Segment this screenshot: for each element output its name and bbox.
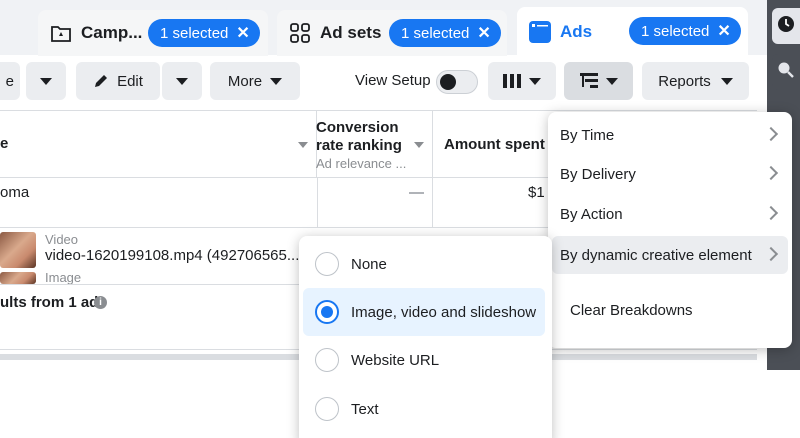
tab-campaigns-label: Camp... [81, 23, 143, 42]
pill-label: 1 selected [641, 22, 710, 40]
tab-ads[interactable]: Ads 1 selected ✕ [517, 7, 748, 57]
amount-spent-header[interactable]: Amount spent [444, 136, 545, 154]
grid-icon [289, 22, 311, 44]
chevron-right-icon [763, 246, 779, 262]
table-row[interactable]: Image [0, 272, 310, 284]
creative-type-label: Video [45, 232, 79, 247]
sort-icon[interactable] [298, 142, 308, 148]
tab-ad-sets-label: Ad sets [320, 23, 382, 42]
option-website-url[interactable]: Website URL [303, 336, 545, 384]
view-setup-toggle[interactable] [436, 70, 478, 94]
pill-label: 1 selected [160, 24, 229, 42]
conv-header-subtext: Ad relevance ... [316, 156, 407, 171]
creative-name: video-1620199108.mp4 (492706565... [45, 247, 300, 264]
create-button-label: e [5, 72, 14, 90]
menu-item-label: By Time [560, 126, 615, 144]
close-icon[interactable]: ✕ [717, 21, 730, 41]
menu-item-label: By Action [560, 205, 623, 223]
create-button[interactable]: e [0, 62, 20, 100]
history-button[interactable] [772, 8, 800, 44]
chevron-right-icon [763, 165, 779, 181]
zoom-icon [777, 61, 795, 84]
columns-icon [503, 74, 521, 88]
close-icon[interactable]: ✕ [236, 23, 249, 43]
option-label: Text [351, 400, 379, 418]
view-setup-label: View Setup [355, 72, 431, 89]
menu-item-label: By Delivery [560, 165, 636, 183]
menu-item-by-action[interactable]: By Action [552, 195, 788, 233]
ad-sets-selected-pill[interactable]: 1 selected ✕ [389, 19, 501, 47]
menu-item-by-dynamic-creative-element[interactable]: By dynamic creative element [552, 236, 788, 274]
clear-breakdowns-label: Clear Breakdowns [570, 301, 693, 319]
clear-breakdowns-button[interactable]: Clear Breakdowns [552, 291, 788, 329]
dynamic-creative-submenu: None Image, video and slideshow Website … [299, 236, 552, 438]
create-dropdown-button[interactable] [26, 62, 66, 100]
option-label: None [351, 255, 387, 273]
caret-down-icon [720, 77, 733, 85]
clock-icon [777, 15, 795, 38]
option-image-video-slideshow[interactable]: Image, video and slideshow [303, 288, 545, 336]
menu-item-by-time[interactable]: By Time [552, 116, 788, 154]
folder-icon [50, 22, 72, 44]
close-icon[interactable]: ✕ [477, 23, 490, 43]
creative-type-label: Image [45, 272, 82, 284]
chevron-right-icon [763, 205, 779, 221]
ad-name-cell[interactable]: oma [0, 184, 29, 201]
video-thumbnail [0, 232, 36, 268]
info-icon[interactable]: i [94, 296, 107, 309]
amount-spent-cell: $1 [528, 184, 545, 201]
table-row[interactable]: Video video-1620199108.mp4 (492706565... [0, 228, 310, 272]
ad-icon [529, 21, 551, 43]
ads-selected-pill[interactable]: 1 selected ✕ [629, 17, 741, 45]
menu-item-label: By dynamic creative element [560, 246, 752, 264]
chevron-right-icon [763, 126, 779, 142]
breakdown-icon [579, 73, 598, 89]
breakdown-button[interactable] [564, 62, 633, 100]
columns-button[interactable] [488, 62, 556, 100]
caret-down-icon [529, 77, 541, 85]
conv-header-line2: rate ranking [316, 137, 402, 154]
reports-button-label: Reports [658, 72, 711, 90]
caret-down-icon [176, 77, 188, 85]
radio-button[interactable] [315, 348, 339, 372]
more-button-label: More [227, 72, 263, 90]
campaigns-selected-pill[interactable]: 1 selected ✕ [148, 19, 260, 47]
menu-item-by-delivery[interactable]: By Delivery [552, 155, 788, 193]
caret-down-icon [605, 77, 618, 85]
option-label: Website URL [351, 351, 440, 369]
tab-ad-sets[interactable]: Ad sets 1 selected ✕ [277, 10, 507, 56]
edit-button[interactable]: Edit [76, 62, 160, 100]
option-none[interactable]: None [303, 240, 545, 288]
radio-button-selected[interactable] [315, 300, 339, 324]
conversion-rate-cell: — [409, 184, 424, 201]
breakdown-menu: By Time By Delivery By Action By dynamic… [548, 112, 792, 348]
radio-button[interactable] [315, 397, 339, 421]
pill-label: 1 selected [401, 24, 470, 42]
conv-header-line1: Conversion [316, 119, 399, 136]
sort-icon[interactable] [414, 142, 424, 148]
caret-down-icon [270, 77, 283, 85]
toolbar: e Edit More View Setup Reports [0, 56, 757, 108]
name-column-header[interactable]: e [0, 135, 8, 153]
option-text[interactable]: Text [303, 385, 545, 433]
more-button[interactable]: More [210, 62, 300, 100]
conversion-rate-ranking-header[interactable]: Conversion rate ranking Ad relevance ... [316, 119, 426, 173]
tab-campaigns[interactable]: Camp... 1 selected ✕ [38, 10, 268, 56]
reports-button[interactable]: Reports [642, 62, 749, 100]
caret-down-icon [40, 77, 52, 85]
tab-ads-label: Ads [560, 22, 593, 41]
image-thumbnail [0, 272, 36, 284]
pencil-icon [93, 73, 109, 89]
results-summary: ults from 1 ad [0, 294, 99, 311]
edit-button-label: Edit [117, 72, 143, 90]
inspect-button[interactable] [772, 54, 800, 90]
radio-button[interactable] [315, 252, 339, 276]
toggle-knob [440, 74, 456, 90]
option-label: Image, video and slideshow [351, 303, 537, 321]
tab-strip: Camp... 1 selected ✕ Ad sets 1 selected … [0, 0, 768, 57]
edit-dropdown-button[interactable] [162, 62, 202, 100]
